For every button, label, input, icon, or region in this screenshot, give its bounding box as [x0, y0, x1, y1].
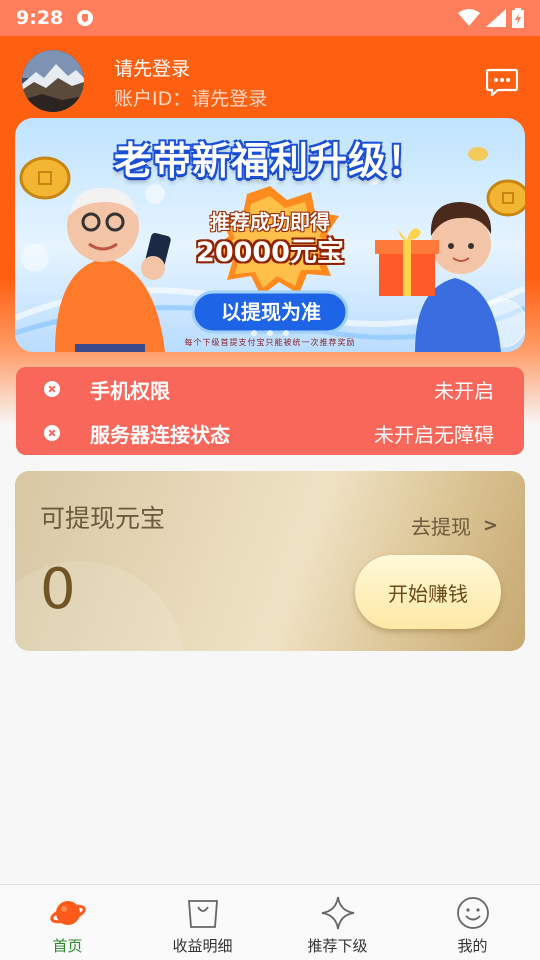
sparkle-star-icon — [321, 896, 354, 930]
start-earning-button[interactable]: 开始赚钱 — [355, 555, 501, 629]
close-circle-icon — [44, 381, 60, 397]
earnings-card: 可提现元宝 去提现 > 0 开始赚钱 — [15, 471, 525, 651]
status-value: 未开启无障碍 — [374, 422, 494, 447]
nav-label: 推荐下级 — [307, 937, 368, 955]
status-icons — [458, 8, 524, 28]
account-id-value: 请先登录 — [191, 88, 268, 110]
shopping-bag-icon — [187, 900, 218, 928]
planet-icon — [49, 901, 86, 925]
coin-icon — [486, 179, 525, 217]
nav-label: 我的 — [457, 937, 488, 955]
carousel-dot[interactable] — [267, 330, 273, 336]
promo-banner[interactable]: 老带新福利升级！ 推荐成功即得 20000元宝 以提现为准 每个下级首提支付宝只… — [15, 118, 525, 352]
message-button[interactable] — [486, 68, 518, 96]
withdraw-label: 去提现 — [411, 515, 471, 539]
status-time: 9:28 — [16, 7, 64, 29]
battery-charging-icon — [512, 8, 524, 28]
mountain-photo-icon — [22, 50, 84, 112]
status-value: 未开启 — [434, 378, 494, 403]
carousel-dot[interactable] — [251, 330, 257, 336]
withdraw-link[interactable]: 去提现 > — [411, 511, 498, 540]
wifi-icon — [458, 9, 480, 26]
nav-item-profile[interactable]: 我的 — [405, 885, 540, 960]
nav-label: 首页 — [52, 937, 83, 955]
smiley-icon — [456, 897, 489, 929]
carousel-dot[interactable] — [283, 330, 289, 336]
banner-title: 老带新福利升级！ — [113, 139, 426, 183]
status-label: 手机权限 — [90, 378, 170, 403]
nav-item-earnings-detail[interactable]: 收益明细 — [135, 885, 270, 960]
bottom-nav: 首页 收益明细 推荐下级 我的 — [0, 884, 540, 960]
earnings-amount: 0 — [40, 557, 76, 622]
close-circle-icon — [44, 425, 60, 441]
user-name[interactable]: 请先登录 — [114, 54, 190, 81]
chevron-right-icon: > — [483, 515, 499, 536]
banner-footnote: 每个下级首提支付宝只能被统一次推荐奖励 — [184, 338, 356, 347]
earnings-title: 可提现元宝 — [40, 504, 166, 533]
carousel-dots — [15, 330, 525, 336]
nav-item-home[interactable]: 首页 — [0, 885, 135, 960]
avatar[interactable] — [22, 50, 84, 112]
status-row-phone-permission[interactable]: 手机权限 未开启 — [16, 367, 524, 411]
status-row-server-connection[interactable]: 服务器连接状态 未开启无障碍 — [16, 411, 524, 455]
account-id-prefix: 账户ID： — [114, 88, 192, 110]
nav-item-invite[interactable]: 推荐下级 — [270, 885, 405, 960]
status-label: 服务器连接状态 — [90, 422, 230, 447]
banner-line-2: 20000元宝 — [196, 237, 344, 268]
status-bar: 9:28 — [0, 0, 540, 36]
grandpa-illustration — [55, 187, 171, 352]
nav-label: 收益明细 — [172, 937, 233, 955]
shield-icon — [77, 10, 94, 26]
signal-icon — [486, 9, 506, 27]
banner-cta-label[interactable]: 以提现为准 — [195, 296, 347, 325]
permission-status-card: 手机权限 未开启 服务器连接状态 未开启无障碍 — [16, 367, 524, 455]
account-id: 账户ID：请先登录 — [114, 84, 267, 111]
